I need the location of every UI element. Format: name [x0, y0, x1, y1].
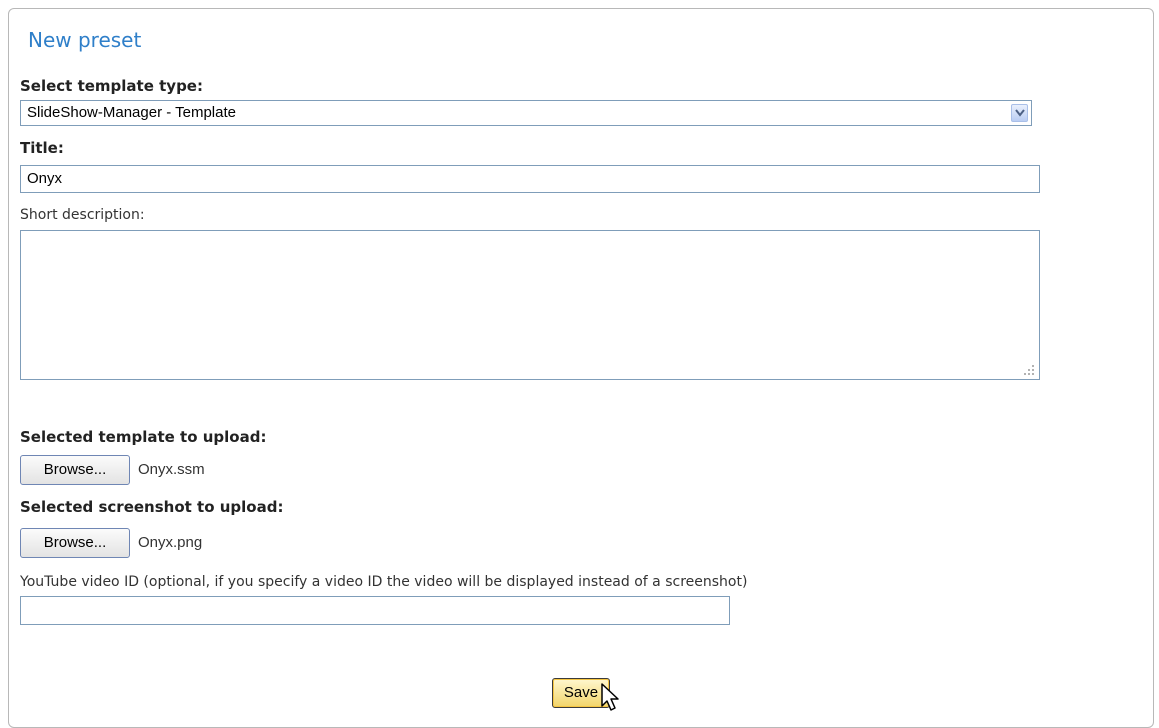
youtube-id-input[interactable] [20, 596, 730, 625]
screenshot-browse-button[interactable]: Browse... [20, 528, 130, 558]
template-file-name: Onyx.ssm [138, 461, 205, 478]
template-type-select[interactable]: SlideShow-Manager - Template [20, 100, 1032, 126]
template-type-selected-value: SlideShow-Manager - Template [27, 104, 236, 121]
template-browse-button[interactable]: Browse... [20, 455, 130, 485]
title-input[interactable]: Onyx [20, 165, 1040, 193]
mouse-pointer-icon [601, 683, 619, 711]
screenshot-upload-label: Selected screenshot to upload: [20, 498, 284, 516]
template-upload-label: Selected template to upload: [20, 428, 267, 446]
youtube-id-label: YouTube video ID (optional, if you speci… [20, 574, 748, 590]
short-description-label: Short description: [20, 207, 145, 223]
resize-grip-icon[interactable] [1023, 364, 1035, 376]
chevron-down-icon[interactable] [1011, 104, 1028, 122]
title-label: Title: [20, 139, 64, 157]
template-type-label: Select template type: [20, 77, 203, 95]
screenshot-file-name: Onyx.png [138, 534, 203, 551]
short-description-textarea[interactable] [20, 230, 1040, 380]
page-title: New preset [28, 28, 142, 52]
